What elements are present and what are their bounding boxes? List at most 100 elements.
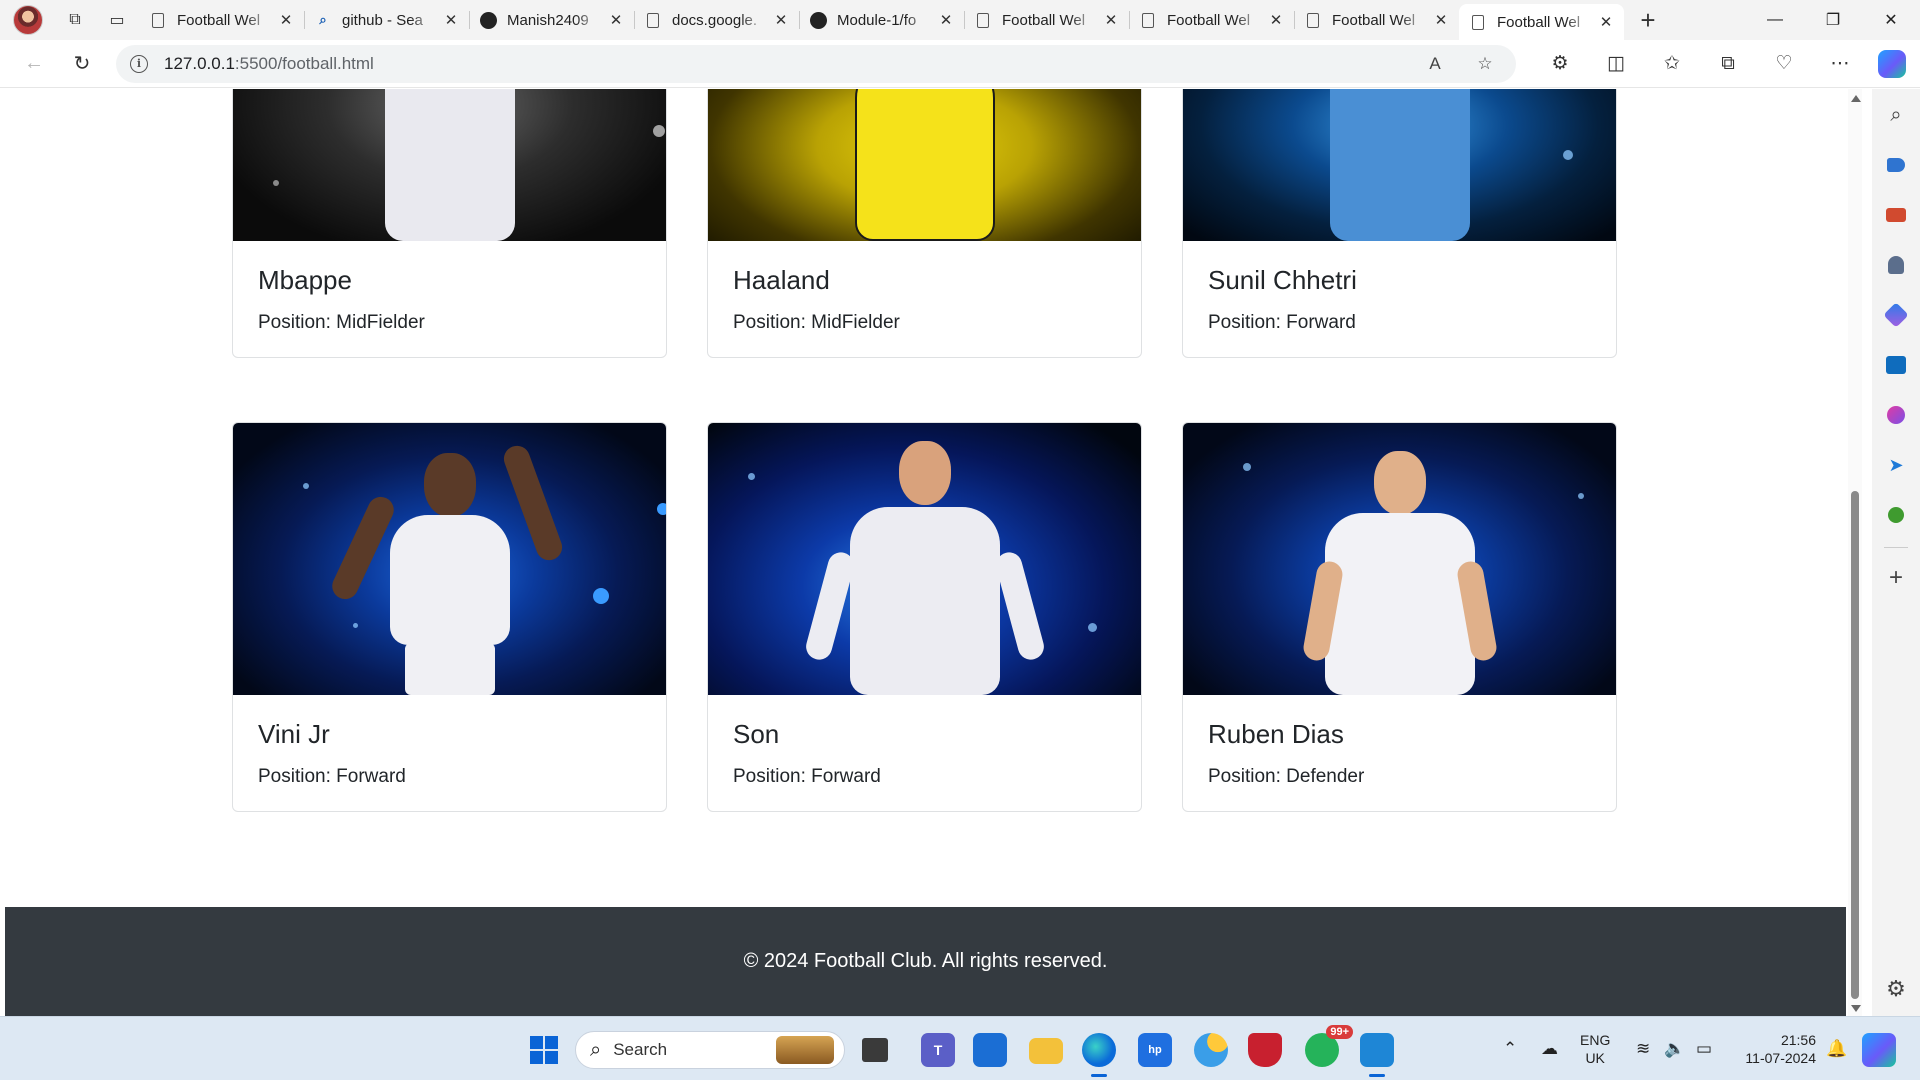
language-code: ENG — [1580, 1032, 1611, 1048]
window-controls: — ❐ ✕ — [1746, 0, 1920, 40]
notification-badge: 99+ — [1326, 1025, 1353, 1039]
page-viewport: Mbappe Position: MidFielder Haaland Posi… — [5, 89, 1846, 1016]
card-body: Sunil Chhetri Position: Forward — [1183, 241, 1616, 357]
tab-football-4[interactable]: Football Wel ✕ — [1294, 0, 1459, 40]
close-icon[interactable]: ✕ — [938, 11, 954, 29]
close-window-button[interactable]: ✕ — [1862, 0, 1920, 40]
url-path: :5500/football.html — [234, 53, 374, 73]
outlook-icon[interactable] — [1882, 351, 1910, 379]
start-button[interactable] — [530, 1036, 558, 1064]
site-info-icon[interactable]: i — [130, 54, 148, 73]
tools-icon[interactable] — [1882, 201, 1910, 229]
player-position: Position: Forward — [1208, 312, 1356, 334]
clock[interactable]: 21:56 11-07-2024 — [1730, 1031, 1816, 1067]
document-icon — [1469, 13, 1487, 31]
store-icon[interactable] — [973, 1033, 1007, 1067]
show-hidden-icons[interactable]: ⌃ — [1503, 1017, 1517, 1080]
tab-google-docs[interactable]: docs.google. ✕ — [634, 0, 799, 40]
github-icon — [809, 11, 827, 29]
volume-icon[interactable]: 🔈 — [1664, 1017, 1685, 1080]
address-bar[interactable]: i 127.0.0.1:5500/football.html A ☆ — [116, 44, 1516, 83]
card-body: Haaland Position: MidFielder — [708, 241, 1141, 357]
workspaces-icon[interactable]: ⧉ — [61, 6, 89, 34]
notification-bell-icon[interactable]: 🔔 — [1826, 1017, 1847, 1080]
games-icon[interactable] — [1882, 251, 1910, 279]
tab-football-3[interactable]: Football Wel ✕ — [1129, 0, 1294, 40]
extensions-icon[interactable]: ⚙ — [1532, 44, 1588, 84]
search-icon: ⌕ — [590, 1038, 602, 1061]
copilot-icon[interactable] — [1878, 49, 1906, 78]
file-explorer-icon[interactable] — [1029, 1038, 1063, 1064]
player-card: Son Position: Forward — [707, 422, 1142, 812]
read-aloud-icon[interactable]: A — [1418, 54, 1452, 74]
shopping-tag-icon[interactable] — [1882, 151, 1910, 179]
more-options-icon[interactable]: ⋯ — [1812, 44, 1868, 84]
url-text[interactable]: 127.0.0.1:5500/football.html — [164, 54, 1418, 74]
tab-github-search[interactable]: ⌕ github - Sea ✕ — [304, 0, 469, 40]
close-icon[interactable]: ✕ — [773, 11, 789, 29]
sidebar-search-icon[interactable]: ⌕ — [1882, 101, 1910, 129]
tab-title: Manish2409 — [507, 11, 589, 29]
browser-tab-strip: ⧉ ▭ Football Wel ✕ ⌕ github - Sea ✕ Mani… — [0, 0, 1920, 40]
close-icon[interactable]: ✕ — [608, 11, 624, 29]
restore-button[interactable]: ❐ — [1804, 0, 1862, 40]
taskbar-search[interactable]: ⌕ Search — [575, 1031, 845, 1069]
browser-toolbar: ← ↻ i 127.0.0.1:5500/football.html A ☆ ⚙… — [0, 40, 1920, 88]
split-screen-icon[interactable]: ◫ — [1588, 44, 1644, 84]
copilot-taskbar-icon[interactable] — [1862, 1033, 1896, 1067]
player-position: Position: Forward — [733, 766, 881, 788]
close-icon[interactable]: ✕ — [1268, 11, 1284, 29]
tab-football-active[interactable]: Football Wel ✕ — [1459, 4, 1624, 40]
minimize-button[interactable]: — — [1746, 0, 1804, 40]
player-position: Position: Defender — [1208, 766, 1365, 788]
designer-icon[interactable] — [1882, 401, 1910, 429]
battery-icon[interactable]: ▭ — [1696, 1017, 1712, 1080]
weather-icon[interactable] — [1194, 1033, 1228, 1067]
whatsapp-icon[interactable]: 99+ — [1305, 1025, 1353, 1067]
refresh-button[interactable]: ↻ — [62, 44, 102, 84]
tab-github-module[interactable]: Module-1/fo ✕ — [799, 0, 964, 40]
new-tab-button[interactable]: + — [1630, 5, 1666, 36]
document-icon — [149, 11, 167, 29]
tab-football-1[interactable]: Football Wel ✕ — [139, 0, 304, 40]
scrollbar-thumb[interactable] — [1851, 491, 1859, 999]
task-view-icon[interactable] — [862, 1038, 888, 1062]
edge-icon[interactable] — [1082, 1033, 1116, 1077]
favorite-star-icon[interactable]: ☆ — [1468, 54, 1502, 74]
tab-football-2[interactable]: Football Wel ✕ — [964, 0, 1129, 40]
microsoft-365-icon[interactable] — [1882, 301, 1910, 329]
back-button[interactable]: ← — [14, 44, 54, 84]
player-image — [1183, 89, 1616, 241]
card-body: Ruben Dias Position: Defender — [1183, 695, 1616, 811]
language-indicator[interactable]: ENG UK — [1580, 1031, 1610, 1067]
add-sidebar-app-icon[interactable]: + — [1889, 564, 1903, 592]
page-scrollbar[interactable] — [1848, 89, 1862, 1016]
search-highlight-icon — [776, 1036, 834, 1064]
close-icon[interactable]: ✕ — [443, 11, 459, 29]
tree-icon[interactable] — [1882, 501, 1910, 529]
scroll-down-icon[interactable] — [1851, 1005, 1861, 1012]
collections-icon[interactable]: ⧉ — [1700, 44, 1756, 84]
sidebar-settings-icon[interactable]: ⚙ — [1886, 976, 1906, 1002]
onedrive-icon[interactable]: ☁ — [1541, 1017, 1558, 1080]
vscode-icon[interactable] — [1360, 1033, 1394, 1077]
scroll-up-icon[interactable] — [1851, 95, 1861, 102]
mcafee-icon[interactable] — [1248, 1033, 1282, 1067]
player-card: Haaland Position: MidFielder — [707, 89, 1142, 358]
close-icon[interactable]: ✕ — [1103, 11, 1119, 29]
favorites-icon[interactable]: ✩ — [1644, 44, 1700, 84]
close-icon[interactable]: ✕ — [278, 11, 294, 29]
player-position: Position: MidFielder — [733, 312, 900, 334]
send-icon[interactable]: ➤ — [1882, 451, 1910, 479]
close-icon[interactable]: ✕ — [1598, 13, 1614, 31]
browser-essentials-icon[interactable]: ♡ — [1756, 44, 1812, 84]
tab-actions-icon[interactable]: ▭ — [103, 6, 131, 34]
teams-icon[interactable]: T — [921, 1033, 955, 1067]
myhp-icon[interactable]: hp — [1138, 1033, 1172, 1067]
tab-title: Football Wel — [1497, 13, 1581, 31]
close-icon[interactable]: ✕ — [1433, 11, 1449, 29]
player-card: Mbappe Position: MidFielder — [232, 89, 667, 358]
profile-avatar[interactable] — [13, 5, 43, 35]
tab-github-profile[interactable]: Manish2409 ✕ — [469, 0, 634, 40]
wifi-icon[interactable]: ≋ — [1636, 1017, 1650, 1080]
